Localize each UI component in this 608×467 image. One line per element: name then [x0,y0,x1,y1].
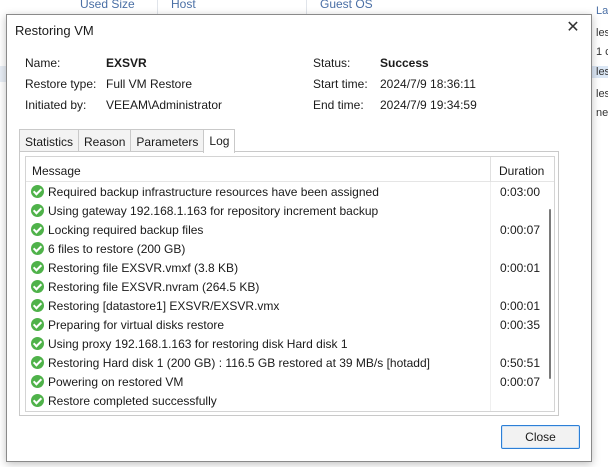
close-icon[interactable]: ✕ [565,20,581,36]
end-time-value: 2024/7/9 19:34:59 [380,98,477,112]
bg-column-guest-os[interactable]: Guest OS [320,0,373,11]
log-row[interactable]: Restoring file EXSVR.vmxf (3.8 KB) 0:00:0… [26,259,554,278]
log-message: 6 files to restore (200 GB) [48,242,186,256]
success-check-icon [31,261,44,274]
bg-right-item[interactable]: les [591,66,608,78]
log-row[interactable]: Required backup infrastructure resources… [26,183,554,202]
bg-right-item[interactable]: La [596,5,608,17]
bg-column-separator [157,0,158,14]
log-message: Using gateway 192.168.1.163 for reposito… [48,204,379,218]
name-value: EXSVR [106,56,147,70]
start-time-label: Start time: [313,77,368,91]
success-check-icon [31,394,44,407]
tab-bar: Statistics Reason Parameters Log [19,129,236,153]
column-header-message[interactable]: Message [32,164,81,178]
initiated-by-value: VEEAM\Administrator [106,98,223,112]
dialog-title: Restoring VM [15,23,94,38]
success-check-icon [31,356,44,369]
log-message: Preparing for virtual disks restore [48,318,225,332]
log-message: Restoring Hard disk 1 (200 GB) : 116.5 G… [48,356,430,370]
log-row[interactable]: Using proxy 192.168.1.163 for restoring … [26,335,554,354]
tab-log[interactable]: Log [203,129,236,153]
start-time-value: 2024/7/9 18:36:11 [380,77,476,91]
log-duration: 0:00:07 [499,375,540,389]
success-check-icon [31,337,44,350]
success-check-icon [31,299,44,312]
log-row[interactable]: Restoring file EXSVR.nvram (264.5 KB) [26,278,554,297]
log-row[interactable]: Preparing for virtual disks restore 0:00:… [26,316,554,335]
bg-right-item[interactable]: les [596,27,608,39]
end-time-label: End time: [313,98,364,112]
background-table-header: Used Size Host Guest OS [0,0,608,14]
log-tab-panel: Message Duration Required backup infrast… [19,151,559,416]
log-duration: 0:50:51 [499,356,540,370]
log-rows: Required backup infrastructure resources… [26,183,554,411]
column-header-duration[interactable]: Duration [499,164,544,178]
log-row[interactable]: Restoring [datastore1] EXSVR/EXSVR.vmx 0:… [26,297,554,316]
log-message: Powering on restored VM [48,375,184,389]
scrollbar-thumb[interactable] [549,209,551,379]
log-duration: 0:00:01 [499,299,540,313]
bg-column-separator [306,0,307,14]
log-duration: 0:03:00 [499,185,540,199]
tab-reason[interactable]: Reason [78,129,132,152]
bg-right-item[interactable]: les [596,88,608,100]
log-row[interactable]: Powering on restored VM 0:00:07 [26,373,554,392]
status-label: Status: [313,56,351,70]
log-row[interactable]: Locking required backup files 0:00:07 [26,221,554,240]
status-value: Success [380,56,429,70]
tab-statistics[interactable]: Statistics [19,129,80,152]
log-message: Restoring file EXSVR.nvram (264.5 KB) [48,280,260,294]
log-row[interactable]: Restore completed successfully [26,392,554,411]
log-message: Using proxy 192.168.1.163 for restoring … [48,337,348,351]
initiated-by-label: Initiated by: [25,98,87,112]
name-label: Name: [25,56,61,70]
bg-column-host[interactable]: Host [171,0,196,11]
bg-column-used-size[interactable]: Used Size [80,0,135,11]
log-row[interactable]: 6 files to restore (200 GB) [26,240,554,259]
log-list[interactable]: Message Duration Required backup infrast… [25,156,555,412]
log-message: Restore completed successfully [48,394,217,408]
success-check-icon [31,185,44,198]
success-check-icon [31,280,44,293]
column-separator [490,157,491,182]
log-message: Restoring file EXSVR.vmxf (3.8 KB) [48,261,239,275]
log-message: Required backup infrastructure resources… [48,185,379,199]
log-list-header: Message Duration [26,157,554,182]
log-message: Locking required backup files [48,223,204,237]
restore-type-label: Restore type: [25,77,97,91]
restore-type-value: Full VM Restore [106,77,193,91]
tab-parameters[interactable]: Parameters [130,129,205,152]
log-row[interactable]: Using gateway 192.168.1.163 for reposito… [26,202,554,221]
success-check-icon [31,318,44,331]
success-check-icon [31,242,44,255]
bg-right-item[interactable]: 1 c [596,46,608,58]
log-row[interactable]: Restoring Hard disk 1 (200 GB) : 116.5 G… [26,354,554,373]
success-check-icon [31,223,44,236]
log-duration: 0:00:01 [499,261,540,275]
close-button[interactable]: Close [501,425,580,449]
restoring-vm-dialog: Restoring VM ✕ Name: EXSVR Restore type:… [6,14,592,462]
success-check-icon [31,204,44,217]
log-duration: 0:00:35 [499,318,540,332]
log-message: Restoring [datastore1] EXSVR/EXSVR.vmx [48,299,280,313]
log-scrollbar[interactable] [546,183,554,411]
success-check-icon [31,375,44,388]
bg-right-item[interactable]: ne [596,107,608,119]
log-duration: 0:00:07 [499,223,540,237]
